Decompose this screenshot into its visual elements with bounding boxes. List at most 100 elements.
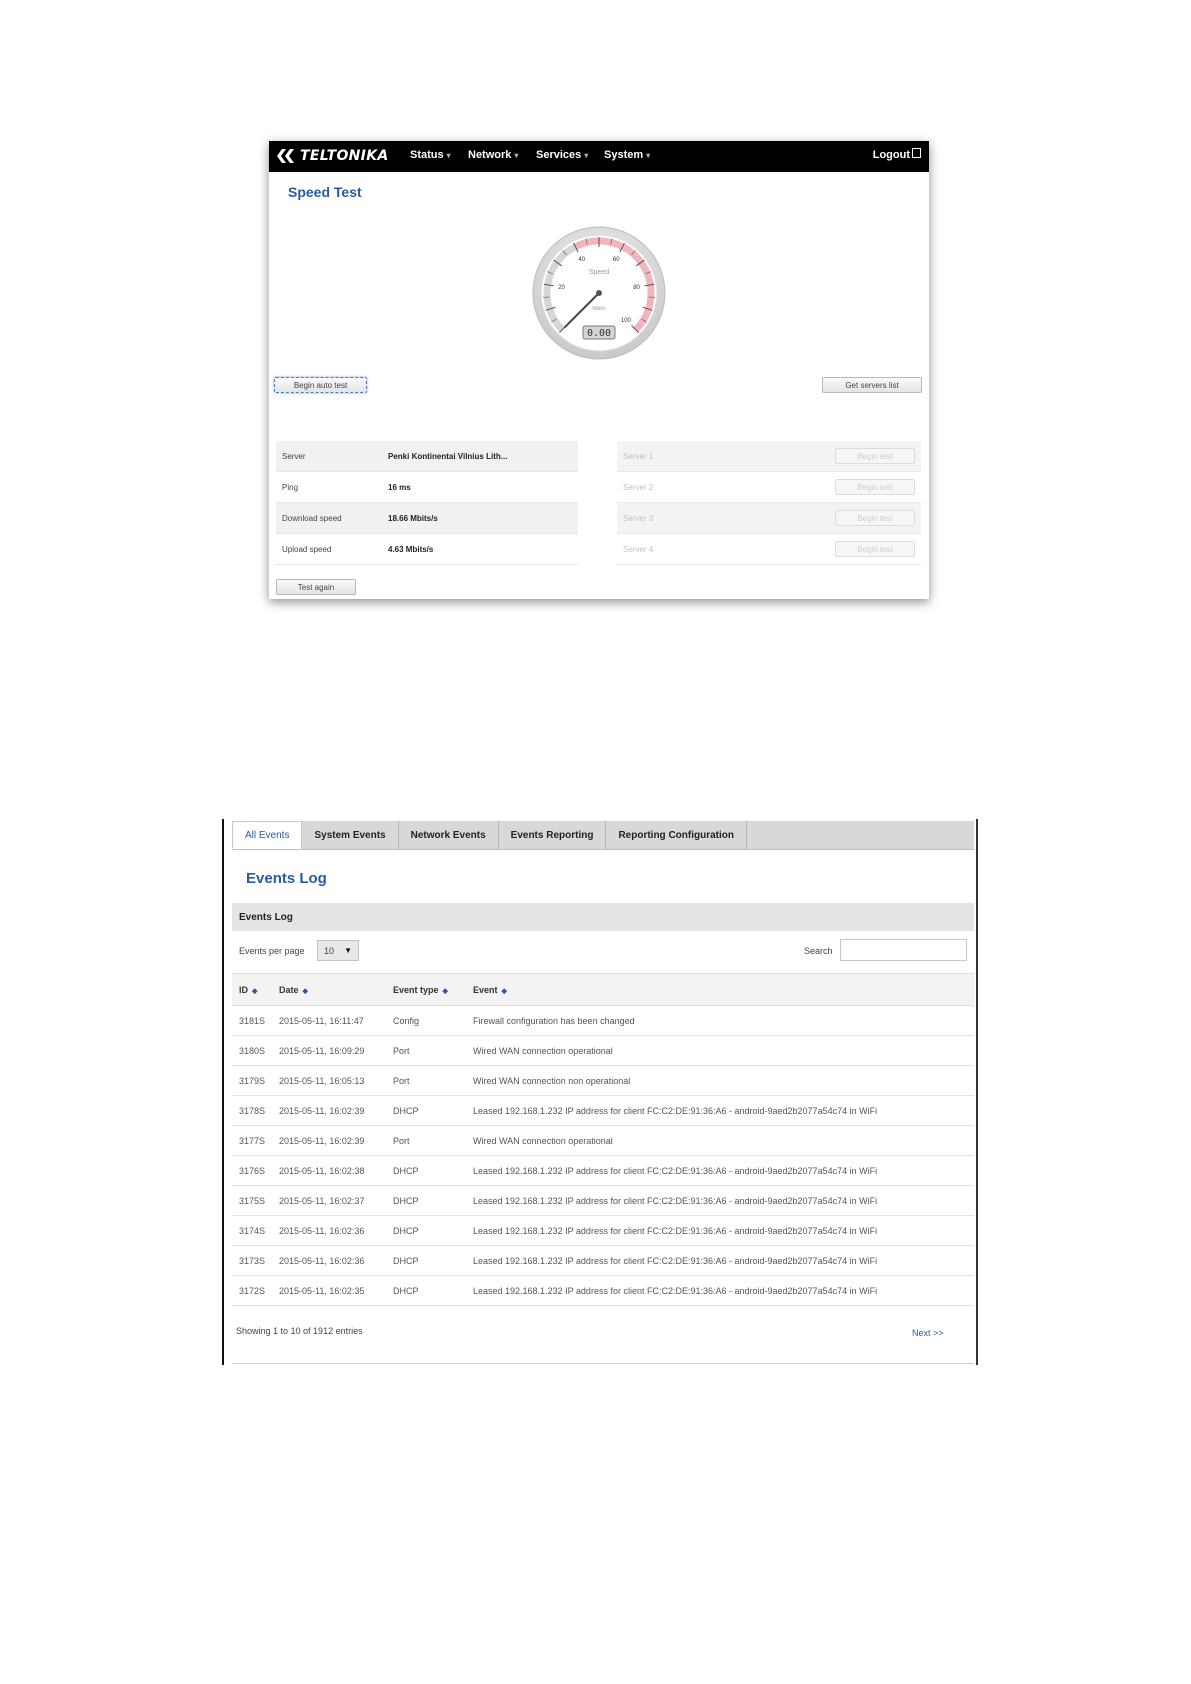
tab-reporting-configuration[interactable]: Reporting Configuration [606,821,747,849]
test-again-button[interactable]: Test again [276,579,356,595]
gauge-tick-label: 60 [613,257,620,263]
caret-down-icon: ▾ [514,151,519,160]
server-label: Server 4 [623,544,654,554]
sort-arrow-icon: ◆ [302,987,308,995]
divider [232,1363,974,1364]
cell-id: 3179S [239,1075,266,1086]
section-label: Events Log [239,911,293,923]
cell-id: 3173S [239,1255,266,1266]
result-label: Download speed [282,513,342,523]
teltonika-logo[interactable]: TELTONIKA [276,144,388,168]
cell-type: Port [393,1045,410,1056]
events-page-title: Events Log [246,870,327,887]
tab-events-reporting[interactable]: Events Reporting [499,821,607,849]
events-per-page-select[interactable]: 10 ▼ [317,940,359,961]
events-log-panel: All Events System Events Network Events … [222,819,978,1365]
table-row: 3173S 2015-05-11, 16:02:36 DHCP Leased 192.… [232,1246,974,1276]
cell-type: DHCP [393,1285,419,1296]
server-label: Server 3 [623,513,654,523]
table-row: 3179S 2015-05-11, 16:05:13 Port Wired WAN c… [232,1066,974,1096]
cell-id: 3174S [239,1225,266,1236]
brand-name: TELTONIKA [300,148,389,164]
result-value: Penki Kontinentai Vilnius Lith... [388,451,508,461]
cell-event: Wired WAN connection operational [473,1045,613,1056]
column-header-event[interactable]: Event ◆ [473,974,974,1006]
nav-network[interactable]: Network ▾ [468,149,518,161]
table-row: 3172S 2015-05-11, 16:02:35 DHCP Leased 192.… [232,1276,974,1306]
begin-test-button[interactable]: Begin test [835,479,915,495]
select-arrow-icon: ▼ [344,946,352,955]
result-label: Server [282,451,306,461]
begin-auto-test-button[interactable]: Begin auto test [274,377,367,393]
cell-type: Port [393,1075,410,1086]
server-row: Server 2 Begin test [617,472,921,503]
tab-all-events[interactable]: All Events [232,821,303,849]
cell-id: 3172S [239,1285,266,1296]
nav-status[interactable]: Status ▾ [410,149,451,161]
cell-date: 2015-05-11, 16:11:47 [279,1015,364,1026]
table-row: 3176S 2015-05-11, 16:02:38 DHCP Leased 192.… [232,1156,974,1186]
teltonika-logo-icon [277,149,294,163]
cell-id: 3176S [239,1165,266,1176]
begin-test-button[interactable]: Begin test [835,541,915,557]
column-header-id[interactable]: ID ◆ [232,974,279,1006]
next-page-link[interactable]: Next >> [912,1328,944,1338]
cell-type: DHCP [393,1225,419,1236]
cell-id: 3180S [239,1045,266,1056]
gauge-hub [596,290,602,296]
cell-event: Leased 192.168.1.232 IP address for clie… [473,1225,878,1236]
nav-system-label: System [604,149,644,161]
begin-test-button[interactable]: Begin test [835,448,915,464]
page-title: Speed Test [288,184,362,200]
nav-services-label: Services [536,149,582,161]
column-header-label: Event [473,984,498,995]
begin-test-button[interactable]: Begin test [835,510,915,526]
section-header: Events Log [232,903,974,931]
cell-event: Leased 192.168.1.232 IP address for clie… [473,1255,878,1266]
cell-date: 2015-05-11, 16:02:36 [279,1255,365,1266]
cell-date: 2015-05-11, 16:02:39 [279,1105,365,1116]
speed-results-table: Server Penki Kontinentai Vilnius Lith... … [276,441,578,565]
result-value: 16 ms [388,482,411,492]
tab-system-events[interactable]: System Events [302,821,399,849]
server-label: Server 2 [623,482,654,492]
caret-down-icon: ▾ [446,151,451,160]
pagination-info: Showing 1 to 10 of 1912 entries [236,1326,363,1336]
nav-services[interactable]: Services ▾ [536,149,588,161]
cell-type: DHCP [393,1165,419,1176]
gauge-value: 0.00 [587,328,611,339]
cell-type: Port [393,1135,410,1146]
result-value: 4.63 Mbits/s [388,544,434,554]
table-row: 3178S 2015-05-11, 16:02:39 DHCP Leased 192.… [232,1096,974,1126]
cell-date: 2015-05-11, 16:02:37 [279,1195,365,1206]
gauge-tick-label: 100 [621,318,632,324]
result-row-upload: Upload speed 4.63 Mbits/s [276,534,578,565]
cell-id: 3181S [239,1015,266,1026]
gauge-unit: Mbit/s [592,306,606,312]
cell-date: 2015-05-11, 16:02:39 [279,1135,365,1146]
gauge-tick-label: 20 [558,285,565,291]
nav-system[interactable]: System ▾ [604,149,650,161]
column-header-label: Event type [393,984,439,995]
cell-id: 3178S [239,1105,266,1116]
column-header-label: Date [279,984,299,995]
cell-event: Firewall configuration has been changed [473,1015,635,1026]
cell-date: 2015-05-11, 16:02:38 [279,1165,365,1176]
cell-date: 2015-05-11, 16:02:36 [279,1225,365,1236]
result-row-download: Download speed 18.66 Mbits/s [276,503,578,534]
logout-link[interactable]: Logout [873,148,921,161]
gauge-label: Speed [589,269,609,276]
cell-event: Leased 192.168.1.232 IP address for clie… [473,1165,878,1176]
search-label: Search [804,946,833,956]
tab-network-events[interactable]: Network Events [399,821,499,849]
server-label: Server 1 [623,451,654,461]
column-header-label: ID [239,984,248,995]
column-header-event-type[interactable]: Event type ◆ [393,974,473,1006]
column-header-date[interactable]: Date ◆ [279,974,393,1006]
events-per-page-value: 10 [324,945,335,956]
events-table-body: 3181S 2015-05-11, 16:11:47 Config Firewall … [232,1006,974,1306]
search-input[interactable] [840,939,967,961]
get-servers-list-button[interactable]: Get servers list [822,377,922,393]
events-table: ID ◆ Date ◆ Event type ◆ Event ◆ 3181S 2015-0… [232,973,974,1306]
sort-arrow-icon: ◆ [252,987,258,995]
